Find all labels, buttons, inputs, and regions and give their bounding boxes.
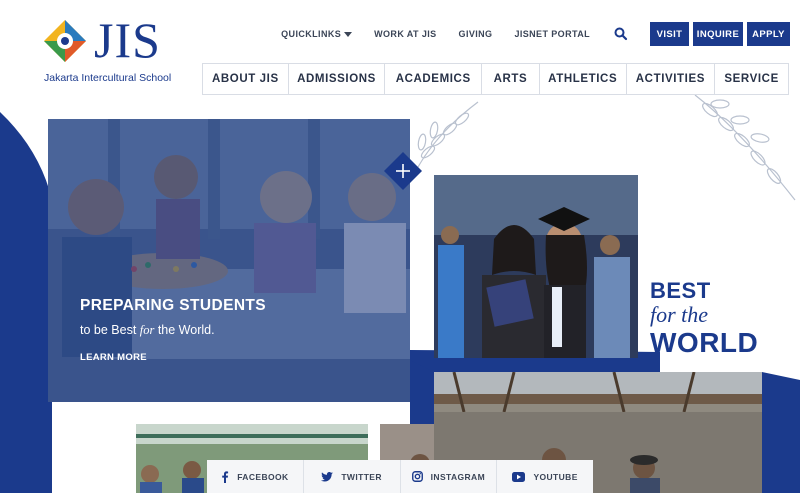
twitter-link[interactable]: TWITTER [304, 460, 401, 493]
quicklinks-dropdown[interactable]: QUICKLINKS [281, 29, 353, 39]
facebook-label: FACEBOOK [237, 471, 289, 482]
tagline-line-2: for the [650, 302, 709, 327]
logo-subtitle: Jakarta Intercultural School [44, 72, 172, 84]
hero-subtitle: to be Best for the World. [80, 323, 215, 337]
quicklinks-label: QUICKLINKS [281, 29, 342, 39]
chevron-down-icon [344, 31, 353, 37]
work-at-jis-link[interactable]: WORK AT JIS [374, 29, 436, 39]
plus-icon[interactable] [384, 152, 422, 190]
youtube-link[interactable]: YOUTUBE [497, 460, 593, 493]
logo-emblem-icon [44, 20, 86, 62]
hero-title: PREPARING STUDENTS [80, 297, 267, 314]
utility-nav: QUICKLINKS WORK AT JIS GIVING JISNET POR… [281, 22, 790, 46]
nav-item-service[interactable]: SERVICE [715, 64, 788, 94]
twitter-label: TWITTER [341, 471, 382, 482]
youtube-icon [512, 471, 526, 482]
nav-item-athletics[interactable]: ATHLETICS [540, 64, 627, 94]
tagline-line-1: BEST [650, 278, 711, 303]
instagram-icon [411, 471, 423, 482]
visit-button[interactable]: VISIT [650, 22, 689, 46]
twitter-icon [321, 471, 334, 481]
giving-link[interactable]: GIVING [459, 29, 493, 39]
search-icon[interactable] [612, 25, 630, 43]
nav-item-activities[interactable]: ACTIVITIES [627, 64, 716, 94]
youtube-label: YOUTUBE [533, 471, 578, 482]
instagram-link[interactable]: INSTAGRAM [401, 460, 498, 493]
instagram-label: INSTAGRAM [430, 471, 486, 482]
inquire-button[interactable]: INQUIRE [693, 22, 743, 46]
nav-item-arts[interactable]: ARTS [482, 64, 540, 94]
jisnet-portal-link[interactable]: JISNET PORTAL [514, 29, 590, 39]
facebook-link[interactable]: FACEBOOK [207, 460, 304, 493]
social-links-bar: FACEBOOK TWITTER INSTAGRAM YOUTUBE [207, 460, 593, 493]
laurel-decoration-right [694, 94, 796, 201]
hero-banner[interactable]: PREPARING STUDENTS to be Best for the Wo… [48, 119, 410, 402]
facebook-icon [222, 470, 229, 483]
nav-item-about[interactable]: ABOUT JIS [203, 64, 289, 94]
apply-button[interactable]: APPLY [747, 22, 790, 46]
graduation-photo [434, 175, 638, 358]
tagline-line-3: WORLD [650, 327, 759, 358]
nav-item-academics[interactable]: ACADEMICS [385, 64, 483, 94]
school-logo[interactable]: JIS Jakarta Intercultural School [44, 12, 194, 86]
tagline: BEST for the WORLD [650, 279, 758, 359]
main-nav: ABOUT JIS ADMISSIONS ACADEMICS ARTS ATHL… [202, 63, 789, 95]
nav-item-admissions[interactable]: ADMISSIONS [289, 64, 386, 94]
learn-more-link[interactable]: LEARN MORE [80, 352, 147, 363]
logo-wordmark: JIS [94, 12, 161, 68]
